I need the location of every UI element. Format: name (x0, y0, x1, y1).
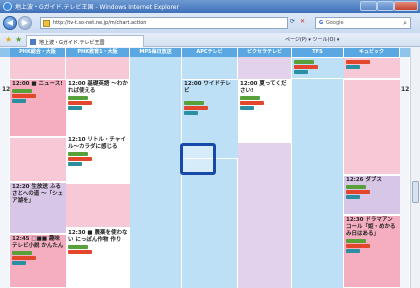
program-info-button[interactable] (346, 239, 366, 243)
forward-icon[interactable]: ▶ (18, 16, 32, 30)
program-title: 12:00 ワイドテレビ (184, 81, 231, 94)
tv-schedule: PHK総合・大阪 PHK教育1・大阪 MPS毎日放送 APCテレビ ピクセラテレ… (0, 48, 410, 288)
search-input[interactable]: G Google ⌕ (315, 17, 411, 29)
channel-column-3 (130, 57, 182, 288)
channel-header-5[interactable]: ピクセラテレビ (238, 48, 292, 57)
maximize-button[interactable] (377, 1, 394, 11)
channel-header-1[interactable]: PHK総合・大阪 (10, 48, 66, 57)
stop-icon[interactable]: ✕ (300, 18, 305, 25)
tab-page-icon (30, 39, 36, 45)
channel-header-4[interactable]: APCテレビ (182, 48, 238, 57)
url-text: http://tv-t.so-net.ne.jp/m/chart.action (53, 20, 147, 26)
program-cell[interactable]: 12:26 ダブス (344, 175, 400, 215)
program-info-button[interactable] (68, 245, 88, 249)
details-button[interactable] (240, 106, 254, 110)
reserve-button[interactable] (346, 244, 370, 248)
channel-header-6[interactable]: TFS (292, 48, 344, 57)
reserve-button[interactable] (240, 101, 264, 105)
program-info-button[interactable] (12, 89, 32, 93)
highlight-box (180, 143, 216, 175)
search-icon[interactable]: ⌕ (403, 19, 407, 28)
reserve-button[interactable] (184, 106, 208, 110)
window-title: 地上波・Gガイド.テレビ王国 - Windows Internet Explor… (15, 4, 179, 11)
details-button[interactable] (12, 99, 26, 103)
channel-header-row: PHK総合・大阪 PHK教育1・大阪 MPS毎日放送 APCテレビ ピクセラテレ… (0, 48, 410, 57)
channel-header-7[interactable]: キュビック (344, 48, 400, 57)
program-title: 12:26 ダブス (346, 177, 382, 183)
reserve-button[interactable] (12, 94, 36, 98)
url-field[interactable]: http://tv-t.so-net.ne.jp/m/chart.action (40, 17, 288, 29)
details-button[interactable] (346, 65, 360, 69)
program-cell[interactable] (66, 183, 130, 228)
program-cell[interactable]: 12:00 基礎英語 ～わかれば使える (66, 79, 130, 135)
add-favorites-icon[interactable]: ★ (15, 35, 22, 44)
refresh-icon[interactable]: ⟳ (290, 18, 295, 25)
reserve-button[interactable] (12, 256, 36, 260)
program-title: 12:30 ドラマアンコール「姫・めかるみ日はある」 (346, 217, 396, 237)
reserve-button[interactable] (68, 157, 92, 161)
program-cell[interactable]: 12:00 ■ ニュース! (10, 79, 66, 137)
tab-tv-guide[interactable]: 地上波・Gガイド.テレビ王国 (26, 35, 144, 47)
program-cell[interactable] (344, 57, 400, 79)
program-cell[interactable] (10, 137, 66, 182)
program-title: 12:00 夏ってください! (240, 81, 287, 94)
details-button[interactable] (68, 162, 82, 166)
command-bar[interactable]: ページ(P) ▾ ツール(O) ▾ (285, 36, 339, 43)
details-button[interactable] (346, 249, 360, 253)
program-title: 12:00 基礎英語 ～わかれば使える (68, 81, 128, 94)
title-bar: 地上波・Gガイド.テレビ王国 - Windows Internet Explor… (0, 0, 420, 13)
program-cell[interactable]: 12:30 ■ 農薬を使わない にっぽん作物 作り (66, 228, 130, 288)
program-title: 12:30 ■ 農薬を使わない にっぽん作物 作り (68, 230, 128, 243)
reserve-button[interactable] (68, 250, 92, 254)
channel-header-2[interactable]: PHK教育1・大阪 (66, 48, 130, 57)
program-cell[interactable]: 12:20 生放送 ふるさとへの道 ～「シェア湖を」 (10, 182, 66, 234)
reserve-button[interactable] (346, 190, 370, 194)
reserve-button[interactable] (68, 101, 92, 105)
program-info-button[interactable] (184, 101, 204, 105)
program-info-button[interactable] (12, 251, 32, 255)
program-cell[interactable]: 12:30 ドラマアンコール「姫・めかるみ日はある」 (344, 215, 400, 288)
program-cell[interactable]: 12:45 □■■ 趣味 テレビ小説 かんたん (10, 234, 66, 288)
program-title: 12:45 □■■ 趣味 テレビ小説 かんたん (12, 236, 64, 249)
tab-bar: ★ ★ 地上波・Gガイド.テレビ王国 ページ(P) ▾ ツール(O) ▾ (0, 33, 420, 47)
reserve-button[interactable] (294, 65, 318, 69)
scrollbar-thumb[interactable] (412, 181, 419, 203)
close-button[interactable] (394, 1, 418, 11)
tab-label: 地上波・Gガイド.テレビ王国 (39, 40, 105, 46)
details-button[interactable] (294, 70, 308, 74)
details-button[interactable] (346, 195, 360, 199)
program-info-button[interactable] (294, 60, 314, 64)
program-cell[interactable] (344, 79, 400, 175)
program-info-button[interactable] (240, 96, 260, 100)
program-title: 12:10 リトル・チャイル～カラダに感じる (68, 137, 126, 150)
favorites-star-icon[interactable]: ★ (5, 35, 12, 44)
browser-window: 地上波・Gガイド.テレビ王国 - Windows Internet Explor… (0, 0, 420, 288)
program-info-button[interactable] (68, 96, 88, 100)
program-cell[interactable]: 12:00 夏ってください! (238, 79, 292, 143)
reserve-button[interactable] (346, 60, 370, 64)
vertical-scrollbar[interactable] (410, 48, 420, 288)
program-info-button[interactable] (68, 152, 88, 156)
details-button[interactable] (12, 261, 26, 265)
program-cell[interactable]: 12:10 リトル・チャイル～カラダに感じる (66, 135, 130, 183)
details-button[interactable] (184, 111, 198, 115)
page-icon (43, 20, 50, 27)
program-cell[interactable] (292, 57, 344, 79)
channel-header-3[interactable]: MPS毎日放送 (130, 48, 182, 57)
google-icon: G (319, 20, 324, 26)
channel-column-6 (292, 57, 344, 288)
address-bar: ◀ ▶ http://tv-t.so-net.ne.jp/m/chart.act… (0, 13, 420, 33)
time-column-left: 12 (0, 57, 10, 288)
hour-label-right: 12 (401, 86, 410, 93)
minimize-button[interactable] (360, 1, 377, 11)
program-info-button[interactable] (346, 185, 366, 189)
time-column-right: 12 (400, 57, 410, 288)
program-title: 12:00 ■ ニュース! (12, 81, 63, 87)
back-icon[interactable]: ◀ (3, 16, 17, 30)
details-button[interactable] (68, 106, 82, 110)
ie-logo-icon (3, 2, 12, 11)
search-placeholder: Google (326, 20, 344, 26)
program-title: 12:20 生放送 ふるさとへの道 ～「シェア湖を」 (12, 184, 64, 204)
